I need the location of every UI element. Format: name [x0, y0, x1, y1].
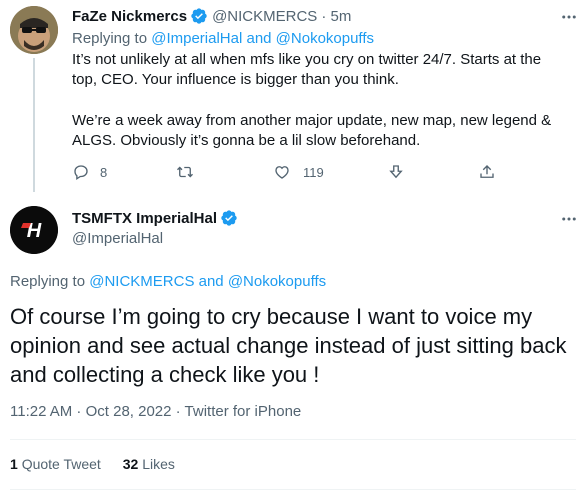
like-icon: [275, 166, 289, 179]
tweet1-replying-line: Replying to @ImperialHal and @Nokokopuff…: [72, 29, 374, 49]
retweet-action[interactable]: [176, 163, 204, 181]
tweet2-text: Of course I’m going to cry because I wan…: [10, 304, 567, 387]
nickmercs-avatar-image: [10, 6, 58, 54]
like-action[interactable]: 119: [273, 163, 324, 181]
likes-label: Likes: [142, 456, 175, 472]
imperialhal-avatar[interactable]: H: [10, 206, 58, 254]
tweet2-author-handle[interactable]: @ImperialHal: [72, 230, 163, 247]
tweet1-author-name[interactable]: FaZe Nickmercs: [72, 8, 187, 25]
retweet-icon: [177, 166, 193, 178]
quote-label: Quote Tweet: [21, 456, 101, 472]
verified-badge-icon: [220, 209, 238, 227]
tweet1-header: FaZe Nickmercs @NICKMERCS · 5m: [72, 6, 351, 26]
tweet2-stats: 1 Quote Tweet 32 Likes: [10, 456, 175, 472]
reply-icon: [74, 165, 88, 181]
tweet2-replying-line: Replying to @NICKMERCS and @Nokokopuffs: [10, 272, 326, 292]
divider-top: [10, 439, 576, 440]
thread-line: [33, 58, 35, 192]
tweet1-replying-to[interactable]: @ImperialHal and @Nokokopuffs: [151, 30, 374, 47]
divider-bottom: [10, 489, 576, 490]
react-icon: [389, 165, 403, 179]
quote-tweet-stat[interactable]: 1 Quote Tweet: [10, 456, 105, 472]
likes-count: 32: [122, 456, 139, 472]
tweet2-header: TSMFTX ImperialHal: [72, 208, 238, 228]
tweet1-replying-prefix: Replying to: [72, 30, 152, 47]
tweet1-author-handle[interactable]: @NICKMERCS: [212, 8, 317, 25]
more-options-icon[interactable]: [560, 8, 578, 26]
react-action[interactable]: [387, 163, 405, 181]
tweet2-author-name[interactable]: TSMFTX ImperialHal: [72, 210, 217, 227]
like-count: 119: [303, 164, 324, 180]
more-options-icon[interactable]: [560, 210, 578, 228]
reply-action[interactable]: 8: [72, 163, 107, 181]
tweet1-time[interactable]: · 5m: [321, 8, 351, 25]
verified-badge-icon: [190, 7, 208, 25]
likes-stat[interactable]: 32 Likes: [123, 456, 175, 472]
nickmercs-avatar[interactable]: [10, 6, 58, 54]
quote-count: 1: [10, 456, 18, 472]
tweet2-timestamp[interactable]: 11:22 AM · Oct 28, 2022 · Twitter for iP…: [10, 403, 301, 420]
reply-count: 8: [100, 164, 108, 180]
tweet2-replying-prefix: Replying to: [10, 273, 90, 290]
tweet1-paragraph1: It’s not unlikely at all when mfs like y…: [72, 51, 542, 88]
share-icon: [480, 165, 494, 178]
share-action[interactable]: [478, 163, 496, 181]
tweet1-paragraph2: We’re a week away from another major upd…: [72, 112, 552, 149]
imperialhal-avatar-image: H: [10, 206, 58, 254]
tweet2-replying-to[interactable]: @NICKMERCS and @Nokokopuffs: [89, 273, 326, 290]
